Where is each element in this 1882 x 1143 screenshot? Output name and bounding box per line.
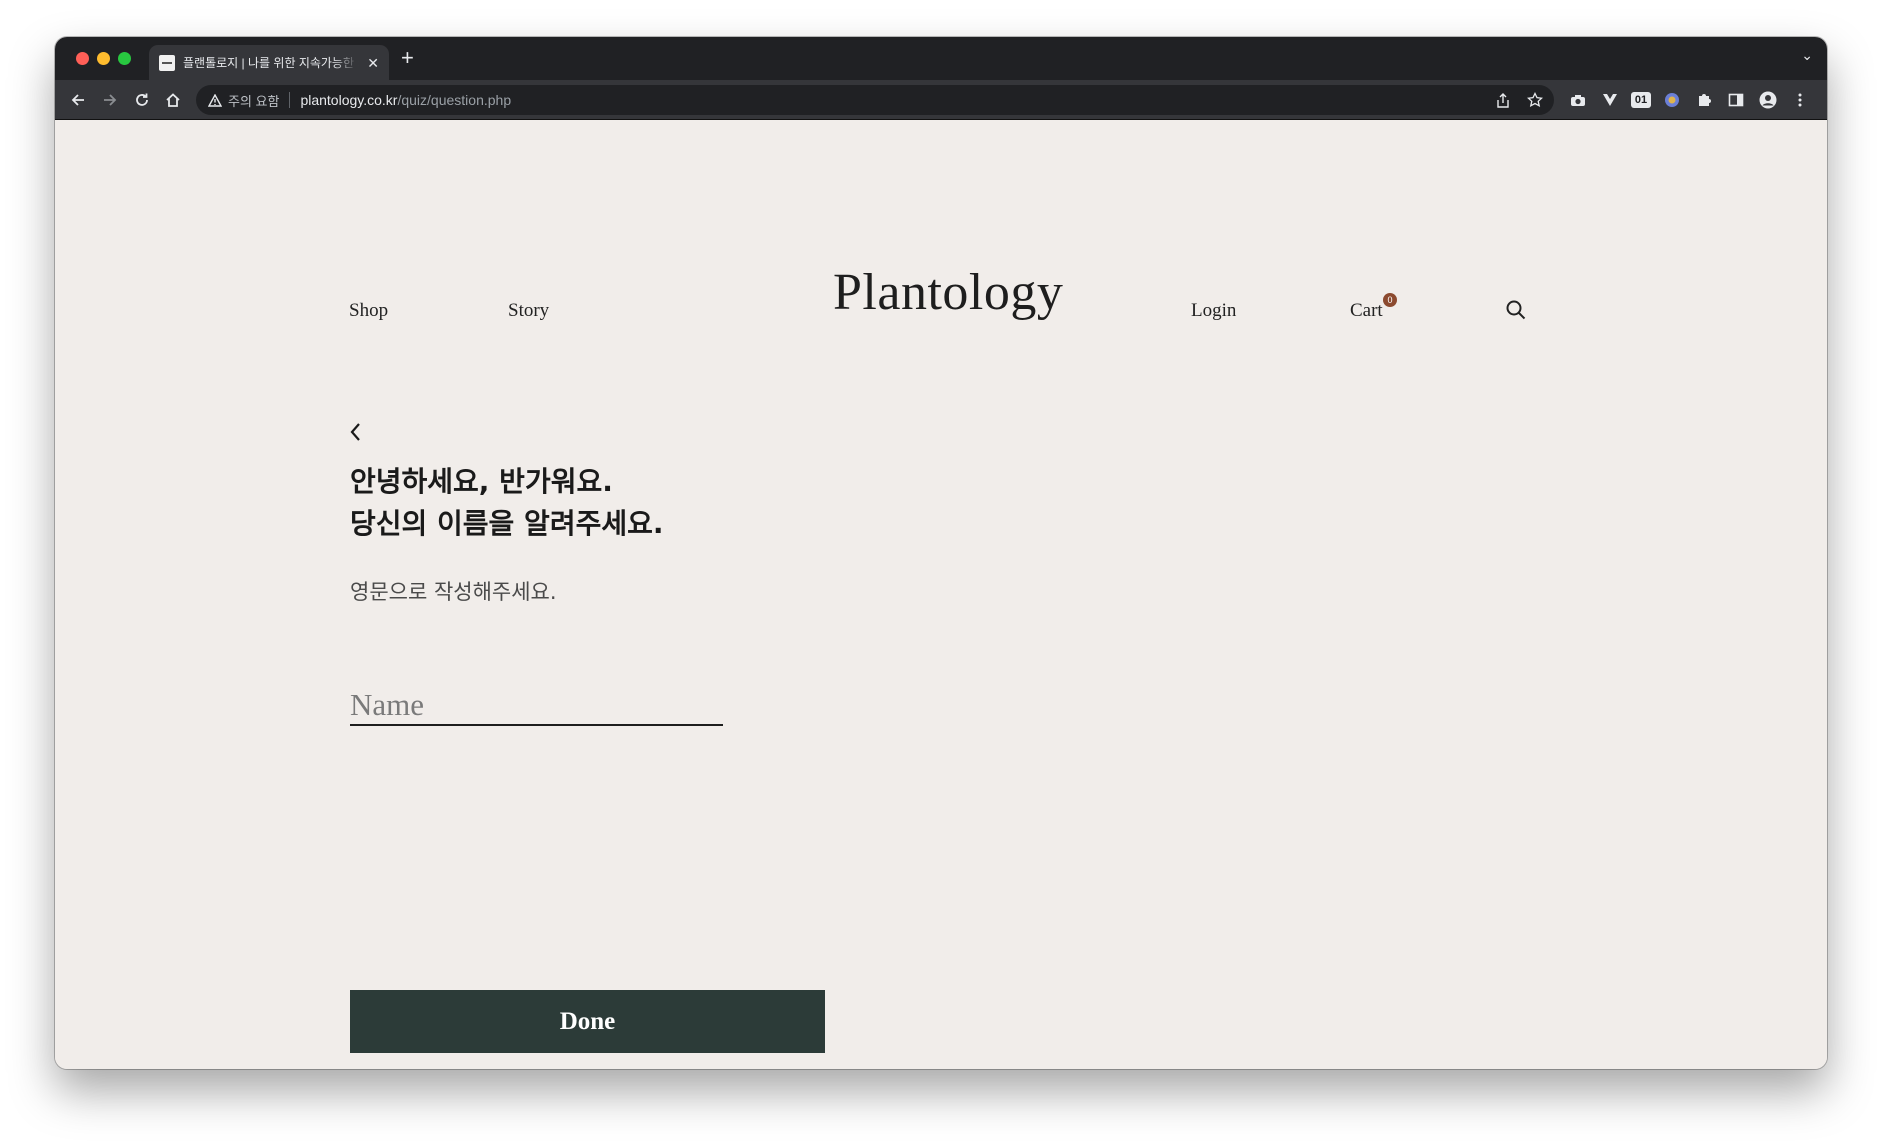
favicon-icon	[159, 54, 175, 71]
browser-toolbar: 주의 요함 plantology.co.kr/quiz/question.php…	[55, 80, 1827, 120]
extensions-puzzle-icon[interactable]	[1693, 89, 1715, 111]
done-button[interactable]: Done	[350, 990, 825, 1053]
separator	[289, 92, 291, 108]
side-panel-icon[interactable]	[1725, 89, 1747, 111]
share-icon[interactable]	[1494, 91, 1512, 109]
vue-devtools-icon[interactable]	[1599, 89, 1621, 111]
maximize-window-button[interactable]	[118, 52, 131, 65]
nav-login-link[interactable]: Login	[1191, 300, 1236, 322]
forward-arrow-icon[interactable]	[99, 89, 121, 111]
cart-count-badge: 0	[1383, 293, 1397, 307]
address-bar[interactable]: 주의 요함 plantology.co.kr/quiz/question.php	[196, 85, 1554, 115]
tab-title: 플랜톨로지 | 나를 위한 지속가능한 키	[183, 56, 359, 70]
back-arrow-icon[interactable]	[67, 89, 89, 111]
camera-icon[interactable]	[1567, 89, 1589, 111]
browser-window: 플랜톨로지 | 나를 위한 지속가능한 키 ✕ + ⌄ 주의 요함 planto…	[55, 37, 1827, 1069]
url-path: /quiz/question.php	[397, 92, 512, 108]
question-title: 안녕하세요, 반가워요. 당신의 이름을 알려주세요.	[350, 461, 664, 545]
name-input[interactable]	[350, 686, 723, 726]
tab-strip: 플랜톨로지 | 나를 위한 지속가능한 키 ✕ + ⌄	[55, 37, 1827, 80]
tab-search-chevron-icon[interactable]: ⌄	[1801, 47, 1813, 64]
more-menu-icon[interactable]	[1789, 89, 1811, 111]
close-window-button[interactable]	[76, 52, 89, 65]
extensions-row: 01	[1567, 89, 1811, 111]
nav-shop-link[interactable]: Shop	[349, 300, 388, 322]
reload-icon[interactable]	[131, 89, 153, 111]
bookmark-star-icon[interactable]	[1526, 91, 1544, 109]
extension-badge[interactable]: 01	[1631, 92, 1651, 108]
back-chevron-icon[interactable]	[347, 420, 365, 444]
question-title-line-2: 당신의 이름을 알려주세요.	[350, 507, 664, 540]
browser-tab[interactable]: 플랜톨로지 | 나를 위한 지속가능한 키 ✕	[149, 45, 389, 80]
url-host: plantology.co.kr	[300, 92, 398, 108]
new-tab-button[interactable]: +	[401, 45, 414, 71]
home-icon[interactable]	[162, 89, 184, 111]
extension-globe-icon[interactable]	[1661, 89, 1683, 111]
search-icon[interactable]	[1505, 299, 1527, 321]
warning-icon[interactable]	[208, 93, 222, 107]
site-logo[interactable]: Plantology	[833, 263, 1063, 322]
tab-close-icon[interactable]: ✕	[367, 56, 379, 70]
question-title-line-1: 안녕하세요, 반가워요.	[350, 465, 613, 498]
question-subtitle: 영문으로 작성해주세요.	[350, 580, 557, 604]
nav-cart-link[interactable]: Cart	[1350, 300, 1383, 322]
web-page: Shop Story Plantology Login Cart 0 안녕하세요…	[55, 121, 1827, 1069]
minimize-window-button[interactable]	[97, 52, 110, 65]
nav-story-link[interactable]: Story	[508, 300, 549, 322]
profile-icon[interactable]	[1757, 89, 1779, 111]
security-label: 주의 요함	[228, 93, 280, 109]
